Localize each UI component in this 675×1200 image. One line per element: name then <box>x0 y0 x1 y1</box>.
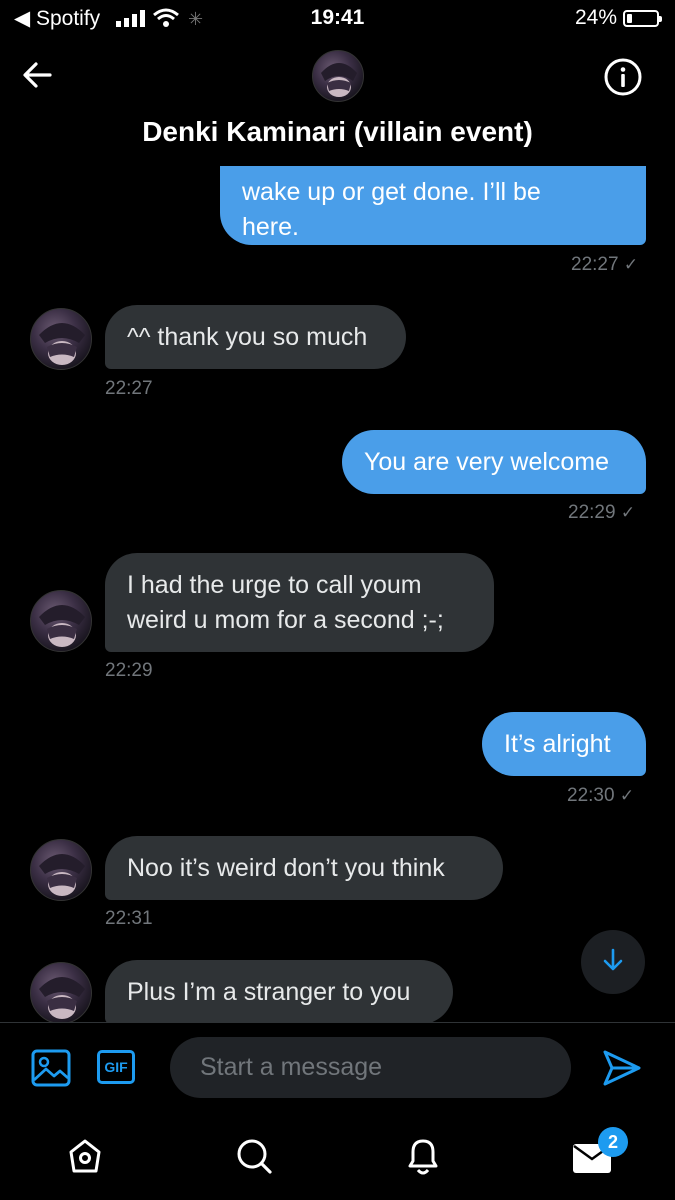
conversation-title: Denki Kaminari (villain event) <box>142 116 533 147</box>
messages-count-badge: 2 <box>598 1127 628 1157</box>
sent-check-icon: ✓ <box>619 786 635 805</box>
message-timestamp: 22:27 ✓ <box>571 254 639 275</box>
sender-avatar[interactable] <box>30 839 92 901</box>
info-icon[interactable] <box>603 57 643 102</box>
image-icon[interactable] <box>31 1049 71 1092</box>
home-icon[interactable] <box>65 1136 105 1181</box>
status-time: 19:41 <box>310 6 365 29</box>
conversation-header: Denki Kaminari (villain event) <box>0 40 675 166</box>
gif-button[interactable]: GIF <box>97 1050 135 1084</box>
message-bubble-outgoing[interactable]: You are very welcome <box>342 430 646 494</box>
sender-avatar[interactable] <box>30 308 92 370</box>
sent-check-icon: ✓ <box>620 503 636 522</box>
search-icon[interactable] <box>234 1136 274 1181</box>
message-timestamp: 22:27 <box>105 378 153 399</box>
message-input[interactable]: Start a message <box>170 1037 571 1098</box>
message-bubble-incoming[interactable]: Plus I’m a stranger to you <box>105 960 453 1024</box>
message-bubble-incoming[interactable]: I had the urge to call youm weird u mom … <box>105 553 494 652</box>
message-line: I had the urge to call youm <box>127 571 422 599</box>
battery-indicator: 24% <box>574 6 662 30</box>
battery-icon <box>623 9 662 27</box>
message-line: weird u mom for a second ;-; <box>127 606 444 634</box>
arrow-down-icon <box>602 948 624 977</box>
message-timestamp: 22:31 <box>105 908 153 929</box>
message-bubble-outgoing[interactable]: It’s alright <box>482 712 646 776</box>
back-arrow-icon[interactable] <box>20 58 54 97</box>
message-timestamp: 22:30 ✓ <box>567 785 635 806</box>
message-composer: GIF Start a message <box>0 1022 675 1117</box>
send-icon[interactable] <box>602 1049 642 1092</box>
message-timestamp: 22:29 ✓ <box>568 502 636 523</box>
sent-check-icon: ✓ <box>623 255 639 274</box>
message-bubble-incoming[interactable]: ^^ thank you so much <box>105 305 406 369</box>
message-line: here. <box>242 213 299 241</box>
sender-avatar[interactable] <box>30 590 92 652</box>
conversation-avatar[interactable] <box>312 50 364 102</box>
battery-percent: 24% <box>574 6 617 29</box>
message-timestamp: 22:29 <box>105 660 153 681</box>
message-line: wake up or get done. I’ll be <box>242 178 541 206</box>
bottom-navigation <box>0 1116 675 1200</box>
scroll-to-bottom-button[interactable] <box>581 930 645 994</box>
notifications-bell-icon[interactable] <box>402 1134 444 1183</box>
sender-avatar[interactable] <box>30 962 92 1024</box>
message-bubble-incoming[interactable]: Noo it’s weird don’t you think <box>105 836 503 900</box>
status-bar: ◀ Spotify ✳ 19:41 24% <box>0 0 675 40</box>
